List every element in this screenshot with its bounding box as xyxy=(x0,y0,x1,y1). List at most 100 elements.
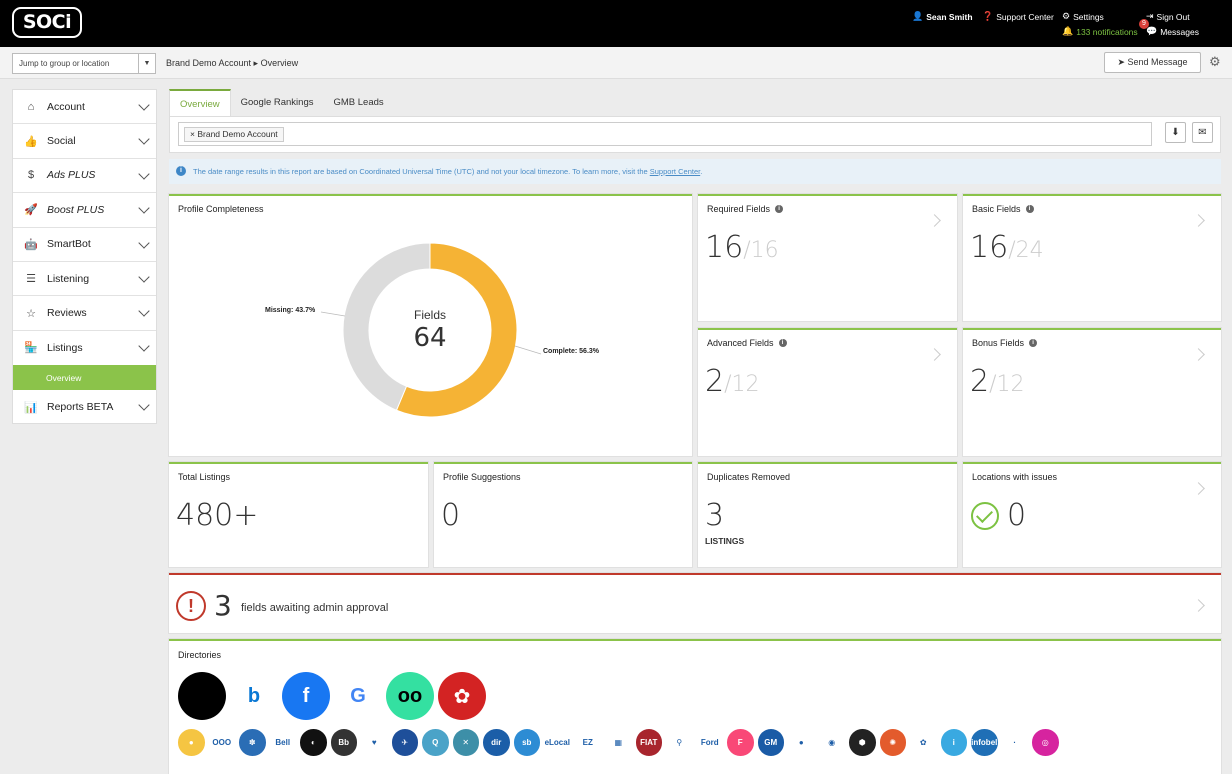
thumbs-up-icon: 👍 xyxy=(24,135,38,148)
ford-icon[interactable]: Ford xyxy=(696,729,723,756)
infobel-icon[interactable]: infobel xyxy=(971,729,998,756)
yelp-icon[interactable]: ✿ xyxy=(438,672,486,720)
foursquare-icon[interactable]: F xyxy=(727,729,754,756)
dir-hex-icon[interactable]: ⬢ xyxy=(849,729,876,756)
dir-blue-icon[interactable]: sb xyxy=(513,729,540,756)
sidebar-item-account[interactable]: ⌂ Account xyxy=(13,90,156,125)
profile-suggestions-value: 0 xyxy=(441,498,461,533)
info-icon[interactable]: i xyxy=(778,339,787,347)
dir-orange-icon[interactable]: ✺ xyxy=(879,729,906,756)
duplicates-removed-value: 3 xyxy=(705,498,725,533)
sidebar-item-listings[interactable]: 🏪 Listings xyxy=(13,331,156,365)
user-menu[interactable]: 👤 Sean Smith xyxy=(912,11,973,22)
dollar-icon: $ xyxy=(27,169,35,182)
tab-overview[interactable]: Overview xyxy=(169,89,231,116)
ezlocal-icon[interactable]: EZ xyxy=(574,729,601,756)
page-settings-gear-icon[interactable]: ⚙ xyxy=(1209,54,1221,70)
info-icon: i xyxy=(176,166,186,176)
dir-dark-icon[interactable]: dir xyxy=(483,729,510,756)
dir-grey-icon[interactable]: · xyxy=(1001,729,1028,756)
chevron-down-icon xyxy=(138,99,150,111)
account-filter-input[interactable]: × Brand Demo Account xyxy=(178,122,1152,146)
elocal-icon[interactable]: eLocal xyxy=(544,729,571,756)
total-listings-card: Total Listings 480+ xyxy=(169,462,428,567)
home-icon: ⌂ xyxy=(27,100,35,113)
jump-to-location-select[interactable]: Jump to group or location ▼ xyxy=(12,53,156,74)
chevron-down-icon[interactable]: ▼ xyxy=(138,54,155,73)
complete-label: Complete: 56.3% xyxy=(543,348,600,355)
gear-icon: ⚙ xyxy=(1062,11,1071,21)
support-center-link[interactable]: ❓ Support Center xyxy=(982,11,1054,22)
required-fields-value: 16 xyxy=(705,230,744,265)
send-message-button[interactable]: ➤ Send Message xyxy=(1104,52,1201,73)
sidebar-item-social[interactable]: 👍 Social xyxy=(13,124,156,159)
approval-count: 3 xyxy=(214,589,232,622)
advanced-fields-card[interactable]: Advanced Fields i 2/12 xyxy=(698,328,957,456)
info-icon[interactable]: i xyxy=(1025,205,1034,213)
info-icon[interactable]: i xyxy=(775,205,784,213)
sidebar: ⌂ Account 👍 Social $ Ads PLUS 🚀 Boost PLUS 🤖… xyxy=(12,89,157,424)
dir-q-icon[interactable]: Q xyxy=(422,729,449,756)
dir-1-icon[interactable]: ● xyxy=(178,729,205,756)
gm-icon[interactable]: GM xyxy=(757,729,784,756)
fiat-icon[interactable]: FIAT xyxy=(635,729,662,756)
bonus-fields-card[interactable]: Bonus Fields i 2/12 xyxy=(963,328,1221,456)
huawei-icon[interactable]: ✿ xyxy=(910,729,937,756)
info-icon[interactable]: i xyxy=(1029,339,1038,347)
google-business-icon[interactable]: G xyxy=(334,672,382,720)
chevron-down-icon xyxy=(138,305,150,318)
tripadvisor-icon[interactable]: oo xyxy=(386,672,434,720)
dir-x-icon[interactable]: ✕ xyxy=(452,729,479,756)
basic-fields-card[interactable]: Basic Fields i 16/24 xyxy=(963,194,1221,321)
dir-pin-icon[interactable]: ⚲ xyxy=(666,729,693,756)
audi-icon[interactable]: OOO xyxy=(208,729,235,756)
bell-icon[interactable]: Bell xyxy=(269,729,296,756)
sidebar-item-listening[interactable]: ☰ Listening xyxy=(13,262,156,297)
directories-title: Directories xyxy=(178,650,222,660)
chart-icon: 📊 xyxy=(24,401,38,414)
sidebar-item-reviews[interactable]: ☆ Reviews xyxy=(13,296,156,331)
dir-i-icon[interactable]: i xyxy=(940,729,967,756)
messages-link[interactable]: 💬 Messages xyxy=(1146,26,1199,37)
google-assistant-icon[interactable]: ● xyxy=(788,729,815,756)
apple-icon[interactable] xyxy=(178,672,226,720)
sidebar-item-reports[interactable]: 📊 Reports BETA xyxy=(13,390,156,424)
bell-icon: 🔔 xyxy=(1062,26,1074,36)
store-icon: 🏪 xyxy=(24,342,38,355)
chevron-right-icon xyxy=(1192,348,1205,361)
sidebar-item-boost[interactable]: 🚀 Boost PLUS xyxy=(13,193,156,228)
required-fields-card[interactable]: Required Fields i 16/16 xyxy=(698,194,957,321)
chevron-down-icon xyxy=(138,399,150,411)
locations-with-issues-card[interactable]: Locations with issues 0 xyxy=(963,462,1221,567)
remove-tag-icon[interactable]: × xyxy=(190,129,195,139)
facebook-icon[interactable]: f xyxy=(282,672,330,720)
dir-heart-icon[interactable]: ♥ xyxy=(361,729,388,756)
sign-out-link[interactable]: ⇥ Sign Out xyxy=(1146,11,1190,22)
account-tag[interactable]: × Brand Demo Account xyxy=(184,127,284,142)
admin-approval-banner[interactable]: ! 3 fields awaiting admin approval xyxy=(169,573,1221,633)
sidebar-subitem-overview[interactable]: Overview xyxy=(13,365,156,391)
sidebar-item-smartbot[interactable]: 🤖 SmartBot xyxy=(13,228,156,262)
utc-info-notice: i The date range results in this report … xyxy=(169,159,1221,184)
google-maps-icon[interactable]: ◉ xyxy=(818,729,845,756)
bing-icon[interactable]: b xyxy=(230,672,278,720)
chevron-down-icon xyxy=(138,340,150,352)
dir-eagle-icon[interactable]: ✈ xyxy=(391,729,418,756)
bb-icon[interactable]: Bb xyxy=(330,729,357,756)
list-icon: ☰ xyxy=(26,273,36,286)
tab-google-rankings[interactable]: Google Rankings xyxy=(231,89,324,116)
soci-logo[interactable]: SOCi xyxy=(12,7,82,38)
bmw-icon[interactable]: ◐ xyxy=(300,729,327,756)
download-button[interactable]: ⬇ xyxy=(1165,122,1186,143)
instagram-icon[interactable]: ◎ xyxy=(1032,729,1059,756)
support-center-inline-link[interactable]: Support Center xyxy=(650,167,700,176)
directories-panel: Directories b f Goo ✿ ● OOO ✽ Bell ◐ Bb ♥ ✈ Q ✕ dir sb… xyxy=(169,639,1221,774)
tab-gmb-leads[interactable]: GMB Leads xyxy=(323,89,393,116)
settings-link[interactable]: ⚙ Settings xyxy=(1062,11,1104,22)
dir-grid-icon[interactable]: ▦ xyxy=(605,729,632,756)
email-button[interactable]: ✉ xyxy=(1192,122,1213,143)
notifications-link[interactable]: 🔔 133 notifications xyxy=(1062,26,1138,37)
dir-paw-icon[interactable]: ✽ xyxy=(239,729,266,756)
sidebar-item-ads[interactable]: $ Ads PLUS xyxy=(13,159,156,194)
duplicates-removed-card: Duplicates Removed 3 LISTINGS xyxy=(698,462,957,567)
